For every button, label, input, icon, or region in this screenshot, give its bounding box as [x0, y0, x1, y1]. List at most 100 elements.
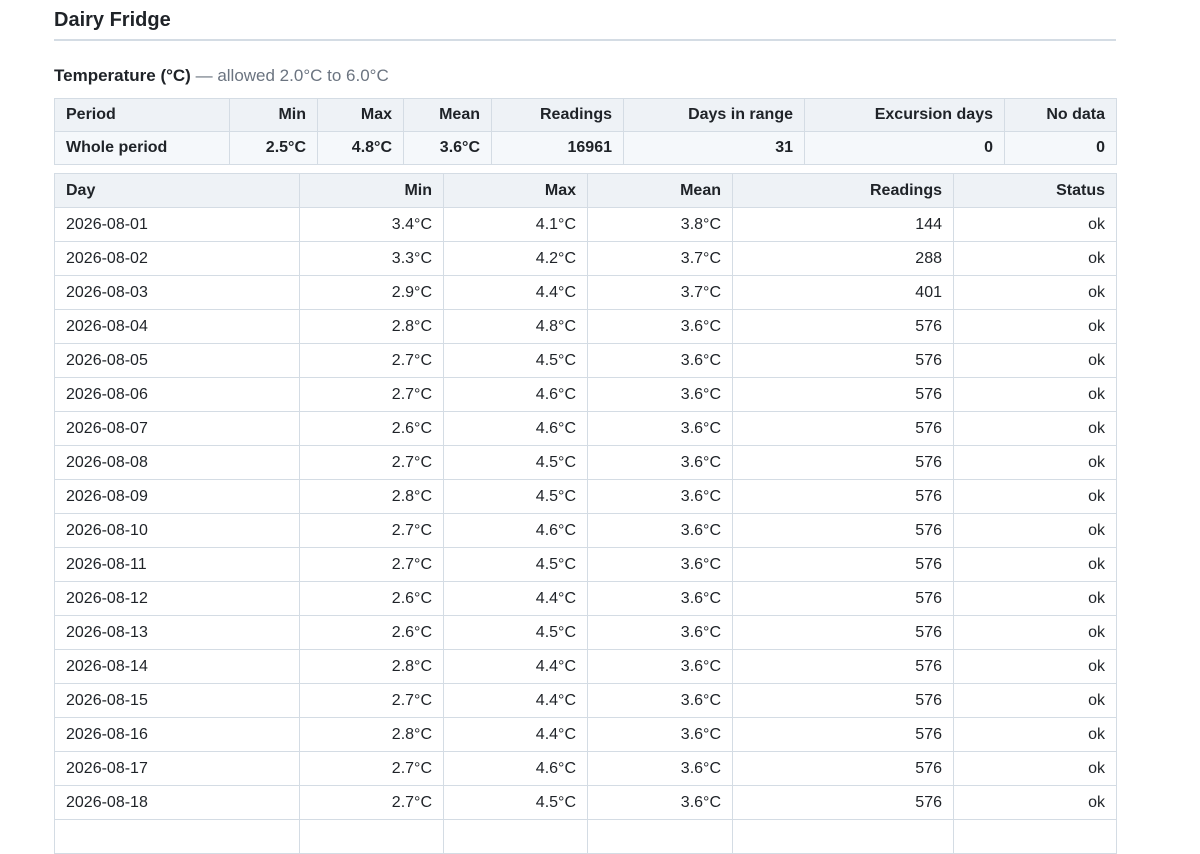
max-cell: 4.5°C [443, 343, 588, 378]
mean-cell: 3.6°C [587, 445, 733, 480]
status-cell: ok [953, 241, 1117, 276]
mean-cell: 3.6°C [587, 513, 733, 548]
day-cell: 2026-08-16 [54, 717, 300, 752]
table-row: 2026-08-09 2.8°C 4.5°C 3.6°C 576 ok [54, 479, 1117, 514]
day-cell: 2026-08-13 [54, 615, 300, 650]
summary-col-excursion-days: Excursion days [804, 98, 1005, 132]
readings-cell: 576 [732, 377, 954, 412]
day-cell: 2026-08-03 [54, 275, 300, 310]
day-cell: 2026-08-18 [54, 785, 300, 820]
max-cell: 4.5°C [443, 445, 588, 480]
max-cell: 4.1°C [443, 207, 588, 242]
section-label: Temperature (°C) [54, 66, 191, 85]
min-cell: 2.8°C [299, 309, 444, 344]
status-cell [953, 819, 1117, 854]
max-cell: 4.4°C [443, 717, 588, 752]
readings-cell: 576 [732, 751, 954, 786]
mean-cell: 3.7°C [587, 241, 733, 276]
summary-period: Whole period [54, 131, 230, 165]
mean-cell: 3.6°C [587, 615, 733, 650]
status-cell: ok [953, 785, 1117, 820]
table-row: 2026-08-05 2.7°C 4.5°C 3.6°C 576 ok [54, 343, 1117, 378]
table-row: 2026-08-07 2.6°C 4.6°C 3.6°C 576 ok [54, 411, 1117, 446]
readings-cell: 576 [732, 513, 954, 548]
summary-max: 4.8°C [317, 131, 404, 165]
summary-row: Whole period 2.5°C 4.8°C 3.6°C 16961 31 … [54, 131, 1117, 165]
daily-col-mean: Mean [587, 173, 733, 208]
min-cell: 2.8°C [299, 649, 444, 684]
mean-cell: 3.6°C [587, 411, 733, 446]
summary-col-min: Min [229, 98, 318, 132]
mean-cell: 3.6°C [587, 343, 733, 378]
summary-days-in-range: 31 [623, 131, 805, 165]
daily-table: Day Min Max Mean Readings Status 2026-08… [54, 173, 1117, 854]
day-cell: 2026-08-09 [54, 479, 300, 514]
status-cell: ok [953, 309, 1117, 344]
mean-cell: 3.6°C [587, 547, 733, 582]
day-cell: 2026-08-08 [54, 445, 300, 480]
daily-col-status: Status [953, 173, 1117, 208]
mean-cell: 3.6°C [587, 683, 733, 718]
daily-header-row: Day Min Max Mean Readings Status [54, 173, 1117, 208]
status-cell: ok [953, 513, 1117, 548]
min-cell: 2.7°C [299, 785, 444, 820]
max-cell: 4.6°C [443, 377, 588, 412]
min-cell: 2.6°C [299, 615, 444, 650]
max-cell: 4.6°C [443, 751, 588, 786]
max-cell: 4.6°C [443, 411, 588, 446]
min-cell: 2.6°C [299, 581, 444, 616]
max-cell: 4.5°C [443, 547, 588, 582]
min-cell: 2.8°C [299, 717, 444, 752]
max-cell: 4.5°C [443, 785, 588, 820]
summary-col-no-data: No data [1004, 98, 1117, 132]
status-cell: ok [953, 207, 1117, 242]
table-row: 2026-08-03 2.9°C 4.4°C 3.7°C 401 ok [54, 275, 1117, 310]
min-cell [299, 819, 444, 854]
status-cell: ok [953, 717, 1117, 752]
readings-cell: 576 [732, 445, 954, 480]
mean-cell: 3.6°C [587, 309, 733, 344]
min-cell: 2.7°C [299, 513, 444, 548]
summary-col-days-in-range: Days in range [623, 98, 805, 132]
mean-cell: 3.8°C [587, 207, 733, 242]
table-row: 2026-08-13 2.6°C 4.5°C 3.6°C 576 ok [54, 615, 1117, 650]
table-row: 2026-08-10 2.7°C 4.6°C 3.6°C 576 ok [54, 513, 1117, 548]
readings-cell: 576 [732, 343, 954, 378]
min-cell: 2.9°C [299, 275, 444, 310]
max-cell: 4.5°C [443, 615, 588, 650]
table-row: 2026-08-06 2.7°C 4.6°C 3.6°C 576 ok [54, 377, 1117, 412]
min-cell: 2.6°C [299, 411, 444, 446]
daily-col-min: Min [299, 173, 444, 208]
status-cell: ok [953, 479, 1117, 514]
min-cell: 2.7°C [299, 445, 444, 480]
daily-table-body: 2026-08-01 3.4°C 4.1°C 3.8°C 144 ok 2026-08-02… [54, 207, 1117, 854]
min-cell: 2.7°C [299, 343, 444, 378]
min-cell: 2.7°C [299, 377, 444, 412]
day-cell: 2026-08-17 [54, 751, 300, 786]
table-row: 2026-08-14 2.8°C 4.4°C 3.6°C 576 ok [54, 649, 1117, 684]
readings-cell: 401 [732, 275, 954, 310]
table-row: 2026-08-16 2.8°C 4.4°C 3.6°C 576 ok [54, 717, 1117, 752]
readings-cell: 576 [732, 581, 954, 616]
summary-no-data: 0 [1004, 131, 1117, 165]
mean-cell: 3.6°C [587, 377, 733, 412]
max-cell: 4.4°C [443, 683, 588, 718]
mean-cell: 3.6°C [587, 581, 733, 616]
status-cell: ok [953, 683, 1117, 718]
section-header: Temperature (°C) — allowed 2.0°C to 6.0°… [54, 65, 1116, 87]
readings-cell: 576 [732, 785, 954, 820]
min-cell: 3.3°C [299, 241, 444, 276]
daily-col-max: Max [443, 173, 588, 208]
mean-cell: 3.6°C [587, 479, 733, 514]
mean-cell: 3.6°C [587, 717, 733, 752]
daily-col-day: Day [54, 173, 300, 208]
min-cell: 2.7°C [299, 683, 444, 718]
max-cell: 4.4°C [443, 649, 588, 684]
section-separator: — [195, 66, 213, 85]
max-cell: 4.8°C [443, 309, 588, 344]
day-cell: 2026-08-14 [54, 649, 300, 684]
summary-mean: 3.6°C [403, 131, 492, 165]
table-row: 2026-08-08 2.7°C 4.5°C 3.6°C 576 ok [54, 445, 1117, 480]
min-cell: 3.4°C [299, 207, 444, 242]
table-row: 2026-08-17 2.7°C 4.6°C 3.6°C 576 ok [54, 751, 1117, 786]
